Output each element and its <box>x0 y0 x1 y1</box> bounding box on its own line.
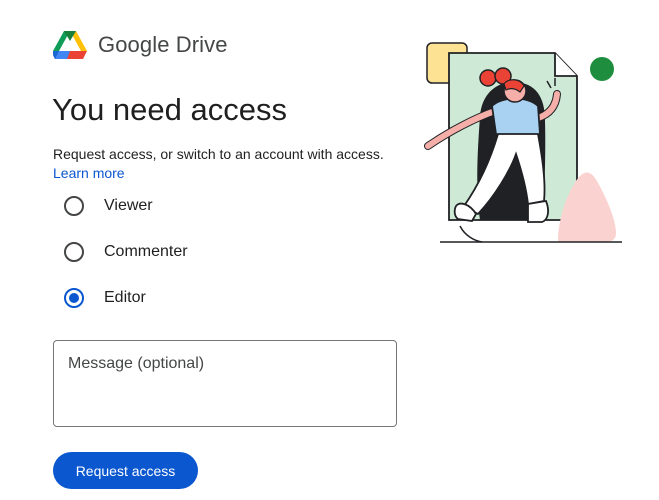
request-access-page: Google Drive You need access Request acc… <box>0 0 659 500</box>
brand-header: Google Drive <box>53 29 228 61</box>
editor-label: Editor <box>104 289 146 306</box>
access-subtitle: Request access, or switch to an account … <box>53 146 384 162</box>
viewer-radio[interactable] <box>64 196 84 216</box>
request-access-button[interactable]: Request access <box>53 452 198 489</box>
commenter-radio[interactable] <box>64 242 84 262</box>
commenter-label: Commenter <box>104 243 188 260</box>
learn-more-link[interactable]: Learn more <box>53 165 125 181</box>
google-drive-logo-icon <box>53 31 87 59</box>
person-walking-through-document-illustration-icon <box>424 42 622 243</box>
role-option-commenter[interactable]: Commenter <box>64 240 188 264</box>
role-option-viewer[interactable]: Viewer <box>64 194 153 218</box>
editor-radio[interactable] <box>64 288 84 308</box>
role-option-editor[interactable]: Editor <box>64 286 146 310</box>
page-title: You need access <box>52 92 287 127</box>
viewer-label: Viewer <box>104 197 153 214</box>
brand-name: Google Drive <box>98 32 228 57</box>
message-input[interactable] <box>53 340 397 427</box>
